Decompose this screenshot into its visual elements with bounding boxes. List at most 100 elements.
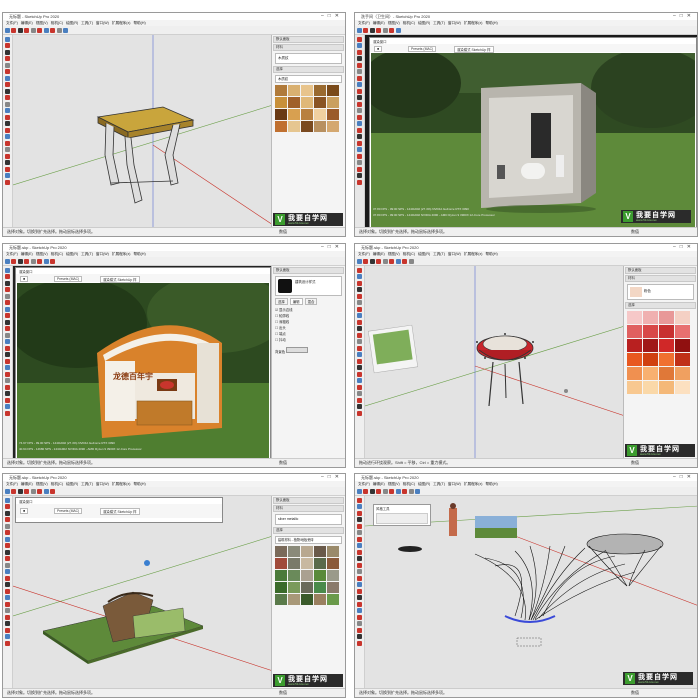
- tool-icon[interactable]: [5, 588, 10, 594]
- tool-icon[interactable]: [357, 82, 362, 87]
- swatch[interactable]: [327, 85, 339, 96]
- push-pull-icon[interactable]: [389, 258, 394, 264]
- swatch[interactable]: [314, 85, 326, 96]
- tool-icon[interactable]: [5, 179, 10, 185]
- tool-icon[interactable]: [5, 523, 10, 529]
- tool-icon[interactable]: [5, 404, 10, 409]
- swatch[interactable]: [314, 121, 326, 132]
- tool-icon[interactable]: [357, 410, 362, 416]
- swatch[interactable]: [659, 311, 674, 324]
- tool-icon[interactable]: [5, 114, 10, 120]
- arc-tool-icon[interactable]: [376, 27, 381, 33]
- swatch[interactable]: [314, 582, 326, 593]
- eraser-icon[interactable]: [363, 27, 368, 33]
- scale-tool-icon[interactable]: [408, 488, 414, 494]
- tool-icon[interactable]: [5, 595, 10, 600]
- swatch[interactable]: [675, 367, 690, 380]
- tool-icon[interactable]: [5, 371, 10, 377]
- pause-button[interactable]: ■: [20, 508, 29, 514]
- tool-icon[interactable]: [5, 287, 10, 292]
- swatch[interactable]: [301, 121, 313, 132]
- tray-section-select[interactable]: 选择: [273, 66, 344, 73]
- swatch[interactable]: [659, 325, 674, 338]
- tool-icon[interactable]: [5, 306, 10, 312]
- rotate-tool-icon[interactable]: [50, 488, 55, 494]
- material-library-select[interactable]: 建筑材料 - 植物/地板瓷砖: [275, 536, 342, 544]
- tool-icon[interactable]: [357, 287, 362, 292]
- shape-tool-icon[interactable]: [382, 27, 388, 33]
- tray-section-materials[interactable]: 材料: [273, 44, 344, 51]
- eraser-icon[interactable]: [11, 258, 16, 264]
- move-tool-icon[interactable]: [395, 27, 401, 33]
- swatch[interactable]: [275, 594, 287, 605]
- preset-select[interactable]: Presets (MAC): [54, 508, 83, 514]
- push-pull-icon[interactable]: [37, 488, 42, 494]
- swatch[interactable]: [627, 353, 642, 366]
- tool-icon[interactable]: [357, 166, 362, 172]
- swatch[interactable]: [301, 85, 313, 96]
- tool-icon[interactable]: [357, 293, 362, 299]
- swatch[interactable]: [301, 546, 313, 557]
- tool-icon[interactable]: [5, 504, 10, 509]
- model-viewport[interactable]: 渲染窗口 ■ Presets (MAC) 渲染模式 SketchUp 样: [13, 266, 271, 459]
- tool-icon[interactable]: [357, 556, 362, 561]
- push-pull-icon[interactable]: [389, 27, 394, 33]
- tool-icon[interactable]: [5, 280, 10, 286]
- line-tool-icon[interactable]: [369, 488, 375, 494]
- swatch[interactable]: [627, 325, 642, 338]
- swatch[interactable]: [659, 339, 674, 352]
- tool-icon[interactable]: [357, 371, 362, 377]
- tool-icon[interactable]: [357, 95, 362, 100]
- tool-icon[interactable]: [357, 378, 362, 383]
- select-tool-icon[interactable]: [4, 258, 10, 264]
- tool-icon[interactable]: [357, 588, 362, 594]
- tool-icon[interactable]: [5, 365, 10, 370]
- material-name[interactable]: 粉色: [644, 288, 651, 293]
- tool-icon[interactable]: [357, 267, 362, 273]
- rotate-tool-icon[interactable]: [50, 27, 55, 33]
- tool-icon[interactable]: [357, 536, 362, 542]
- tool-icon[interactable]: [5, 173, 10, 178]
- tool-icon[interactable]: [357, 173, 362, 178]
- tool-icon[interactable]: [357, 627, 362, 633]
- pause-button[interactable]: ■: [20, 276, 29, 282]
- tool-icon[interactable]: [5, 621, 10, 626]
- tool-icon[interactable]: [5, 127, 10, 133]
- swatch[interactable]: [627, 339, 642, 352]
- tool-icon[interactable]: [357, 108, 362, 113]
- swatch[interactable]: [627, 311, 642, 324]
- orbit-tool-icon[interactable]: [415, 488, 420, 494]
- swatch[interactable]: [314, 570, 326, 581]
- swatch[interactable]: [327, 582, 339, 593]
- tool-icon[interactable]: [357, 36, 362, 42]
- tool-icon[interactable]: [5, 378, 10, 383]
- window-controls[interactable]: –□✕: [673, 13, 695, 19]
- move-tool-icon[interactable]: [43, 488, 49, 494]
- tool-icon[interactable]: [5, 640, 10, 646]
- select-tool-icon[interactable]: [356, 258, 362, 264]
- tool-icon[interactable]: [5, 358, 10, 364]
- tool-icon[interactable]: [357, 517, 362, 522]
- tool-icon[interactable]: [5, 410, 10, 416]
- tool-icon[interactable]: [357, 326, 362, 331]
- rotate-tool-icon[interactable]: [50, 258, 55, 264]
- tool-icon[interactable]: [5, 49, 10, 55]
- tool-icon[interactable]: [357, 404, 362, 409]
- tool-icon[interactable]: [357, 358, 362, 364]
- shape-tool-icon[interactable]: [30, 258, 36, 264]
- swatch[interactable]: [275, 570, 287, 581]
- swatch[interactable]: [301, 97, 313, 108]
- tool-icon[interactable]: [5, 634, 10, 639]
- line-tool-icon[interactable]: [17, 258, 23, 264]
- swatch[interactable]: [288, 546, 300, 557]
- select-tool-icon[interactable]: [356, 488, 362, 494]
- tool-icon[interactable]: [357, 306, 362, 312]
- eraser-icon[interactable]: [363, 258, 368, 264]
- select-tool-icon[interactable]: [4, 27, 10, 33]
- swatch[interactable]: [314, 97, 326, 108]
- tool-icon[interactable]: [5, 549, 10, 555]
- tool-icon[interactable]: [5, 536, 10, 542]
- swatch[interactable]: [643, 367, 658, 380]
- swatch[interactable]: [675, 311, 690, 324]
- swatch[interactable]: [275, 546, 287, 557]
